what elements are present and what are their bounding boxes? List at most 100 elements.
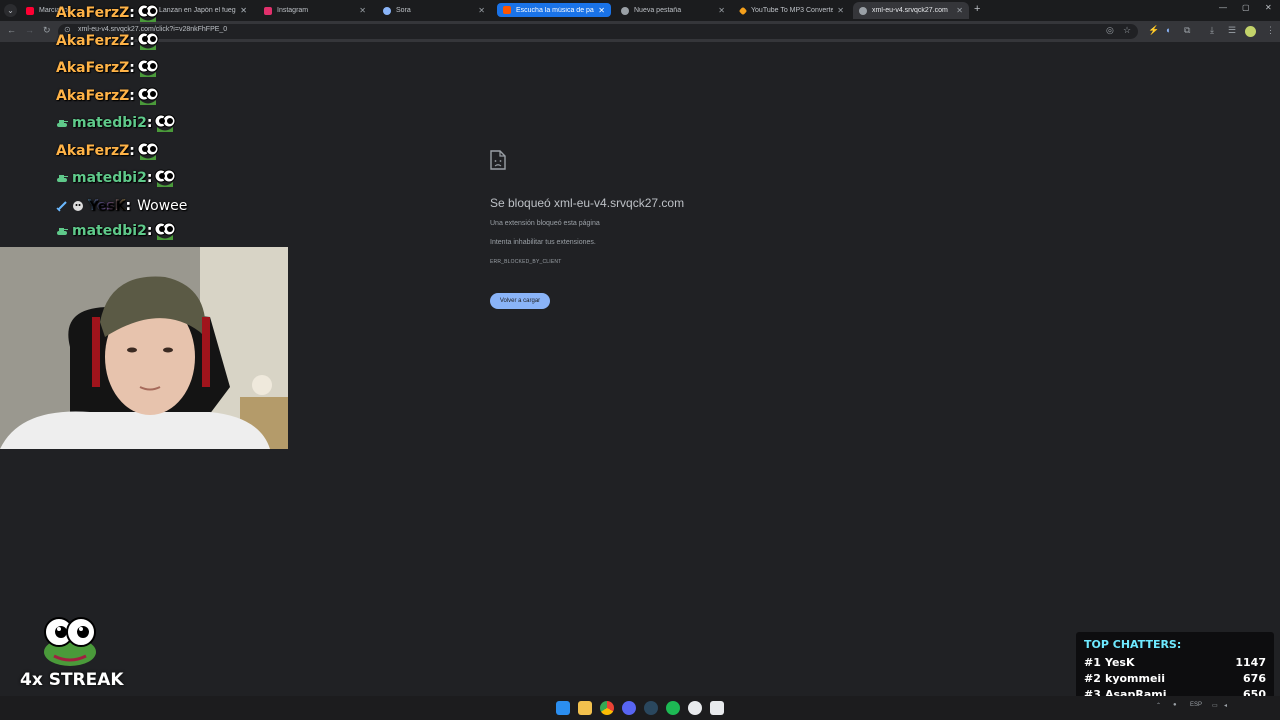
steam-icon[interactable] bbox=[644, 701, 658, 715]
tab-4[interactable]: Sora ✕ bbox=[377, 2, 491, 19]
mic-icon[interactable]: ● bbox=[1173, 702, 1177, 708]
close-icon[interactable]: ✕ bbox=[359, 6, 366, 15]
chat-message: matedbi2: bbox=[56, 167, 176, 189]
chatter-rank: #2 bbox=[1084, 672, 1101, 685]
chrome-icon[interactable] bbox=[600, 701, 614, 715]
tab-5[interactable]: Escucha la música de pabloxo | ✕ bbox=[497, 3, 611, 17]
clock-app-icon[interactable] bbox=[688, 701, 702, 715]
close-icon[interactable]: ✕ bbox=[240, 6, 247, 15]
top-chatter-row: #1 YesK 1147 bbox=[1084, 654, 1266, 670]
reload-icon[interactable]: ↻ bbox=[43, 25, 51, 36]
tray-chevron-icon[interactable]: ⌃ bbox=[1156, 702, 1161, 709]
new-tab-icon[interactable]: + bbox=[974, 3, 980, 15]
sidebar-icon[interactable]: ☰ bbox=[1228, 25, 1236, 36]
chat-username: matedbi2 bbox=[72, 223, 147, 239]
tab-title: YouTube To MP3 Converter For bbox=[751, 7, 834, 14]
frog-emote-icon bbox=[137, 57, 159, 79]
window-close-icon[interactable]: ✕ bbox=[1265, 3, 1272, 12]
frog-emote-icon bbox=[44, 617, 96, 666]
spotify-icon[interactable] bbox=[666, 701, 680, 715]
chatter-name: YesK bbox=[1105, 656, 1135, 669]
chatter-count: 1147 bbox=[1235, 656, 1266, 669]
chat-username: AkaFerzZ bbox=[56, 60, 130, 76]
screen: ⌄ Marcianos ✕ Lanzan en Japón el fuego a… bbox=[0, 0, 1280, 720]
close-icon[interactable]: ✕ bbox=[718, 6, 725, 15]
top-chatter-row: #2 kyommeii 676 bbox=[1084, 670, 1266, 686]
profile-avatar[interactable] bbox=[1245, 26, 1256, 37]
address-bar[interactable]: ⊙ xml-eu-v4.srvqck27.com/click?i=v28nkFh… bbox=[58, 24, 1138, 39]
frog-emote-icon bbox=[137, 85, 159, 107]
tab-title: xml-eu-v4.srvqck27.com bbox=[872, 7, 948, 14]
tab-search-icon[interactable]: ⌄ bbox=[4, 4, 17, 17]
tab-title: Escucha la música de pabloxo | bbox=[516, 6, 594, 14]
chat-username: YesK bbox=[88, 198, 126, 214]
minimize-icon[interactable]: — bbox=[1219, 3, 1227, 12]
maximize-icon[interactable]: ▢ bbox=[1242, 3, 1250, 12]
close-icon[interactable]: ✕ bbox=[478, 6, 485, 15]
bookmark-star-icon[interactable]: ☆ bbox=[1123, 25, 1131, 36]
tab-strip: ⌄ Marcianos ✕ Lanzan en Japón el fuego a… bbox=[0, 0, 1280, 21]
tab-title: Instagram bbox=[277, 7, 309, 14]
chat-message: AkaFerzZ: bbox=[56, 57, 159, 79]
error-title: Se bloqueó xml-eu-v4.srvqck27.com bbox=[490, 196, 685, 210]
language-indicator[interactable]: ESP bbox=[1190, 702, 1202, 708]
volume-icon[interactable]: ◂ bbox=[1224, 702, 1227, 709]
sword-badge-icon bbox=[56, 200, 68, 212]
chat-username: AkaFerzZ bbox=[56, 33, 130, 49]
network-icon[interactable]: ▭ bbox=[1212, 702, 1218, 709]
frog-emote-icon bbox=[154, 167, 176, 189]
extension-audio-icon[interactable]: ◖ bbox=[1165, 25, 1170, 35]
tab-title: Sora bbox=[396, 7, 411, 14]
chat-username: matedbi2 bbox=[72, 170, 147, 186]
frog-emote-icon bbox=[137, 30, 159, 52]
downloads-icon[interactable]: ⤓ bbox=[1210, 25, 1214, 36]
tank-badge-icon bbox=[56, 225, 68, 237]
error-hint: Intenta inhabilitar tus extensiones. bbox=[490, 239, 596, 246]
tab-title: Lanzan en Japón el fuego artifi bbox=[159, 7, 236, 14]
extension-translate-icon[interactable]: ⚡ bbox=[1148, 25, 1159, 36]
globe-icon bbox=[859, 6, 867, 15]
streak-label: 4x STREAK bbox=[20, 670, 124, 690]
windows-start-icon[interactable] bbox=[556, 701, 570, 715]
chatter-count: 676 bbox=[1243, 672, 1266, 685]
browser-toolbar: ← → ↻ ⊙ xml-eu-v4.srvqck27.com/click?i=v… bbox=[0, 21, 1280, 42]
chat-message: matedbi2: bbox=[56, 112, 176, 134]
chat-message: AkaFerzZ: bbox=[56, 2, 159, 24]
close-icon[interactable]: ✕ bbox=[837, 6, 844, 15]
windows-taskbar: ⌃ ● ESP ▭ ◂ bbox=[0, 696, 1280, 720]
top-chatters-title: TOP CHATTERS: bbox=[1084, 638, 1182, 651]
chat-username: matedbi2 bbox=[72, 115, 147, 131]
tab-6[interactable]: Nueva pestaña ✕ bbox=[615, 2, 731, 19]
file-explorer-icon[interactable] bbox=[578, 701, 592, 715]
forward-icon[interactable]: → bbox=[25, 25, 34, 35]
frog-emote-icon bbox=[154, 220, 176, 242]
error-code: ERR_BLOCKED_BY_CLIENT bbox=[490, 259, 562, 265]
close-icon[interactable]: ✕ bbox=[956, 6, 963, 15]
converter-icon bbox=[738, 6, 748, 15]
reload-button[interactable]: Volver a cargar bbox=[490, 293, 550, 309]
chat-message: YesK: Wowee bbox=[56, 195, 187, 217]
tab-3[interactable]: Instagram ✕ bbox=[258, 2, 372, 19]
discord-icon[interactable] bbox=[622, 701, 636, 715]
chrome-icon bbox=[621, 6, 629, 15]
chat-message: AkaFerzZ: bbox=[56, 140, 159, 162]
tab-title: Nueva pestaña bbox=[634, 7, 682, 14]
hidden-eye-icon[interactable]: ◎ bbox=[1106, 25, 1114, 36]
webcam-feed bbox=[0, 247, 288, 449]
youtube-icon bbox=[26, 6, 34, 15]
error-description: Una extensión bloqueó esta página bbox=[490, 220, 600, 227]
frog-emote-icon bbox=[154, 112, 176, 134]
sad-document-icon bbox=[490, 150, 506, 170]
ghost-badge-icon bbox=[72, 200, 84, 212]
instagram-icon bbox=[264, 6, 272, 15]
menu-kebab-icon[interactable]: ⋮ bbox=[1266, 25, 1275, 36]
close-icon[interactable]: ✕ bbox=[598, 6, 605, 15]
back-icon[interactable]: ← bbox=[7, 25, 16, 35]
tank-badge-icon bbox=[56, 172, 68, 184]
tab-8-active[interactable]: xml-eu-v4.srvqck27.com ✕ bbox=[853, 2, 969, 19]
tab-7[interactable]: YouTube To MP3 Converter For ✕ bbox=[734, 2, 850, 19]
sora-icon bbox=[383, 6, 391, 15]
terminal-icon[interactable] bbox=[710, 701, 724, 715]
chatter-rank: #1 bbox=[1084, 656, 1101, 669]
extensions-puzzle-icon[interactable]: ⧉ bbox=[1184, 25, 1190, 36]
